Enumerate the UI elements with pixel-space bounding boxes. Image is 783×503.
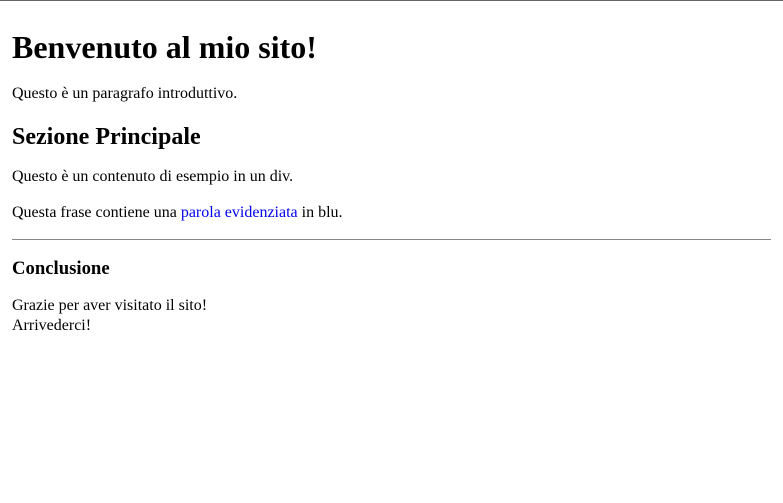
highlighted-word: parola evidenziata (181, 204, 298, 221)
highlight-suffix: in blu. (298, 204, 343, 221)
section-heading: Sezione Principale (12, 124, 771, 151)
closing-line-2: Arrivederci! (12, 317, 91, 334)
highlight-sentence: Questa frase contiene una parola evidenz… (12, 203, 771, 223)
conclusion-heading: Conclusione (12, 258, 771, 280)
closing-paragraph: Grazie per aver visitato il sito! Arrive… (12, 296, 771, 336)
highlight-prefix: Questa frase contiene una (12, 204, 181, 221)
divider (12, 239, 771, 240)
example-div-content: Questo è un contenuto di esempio in un d… (12, 167, 771, 187)
page-title: Benvenuto al mio sito! (12, 29, 771, 66)
closing-line-1: Grazie per aver visitato il sito! (12, 297, 207, 314)
intro-paragraph: Questo è un paragrafo introduttivo. (12, 84, 771, 104)
